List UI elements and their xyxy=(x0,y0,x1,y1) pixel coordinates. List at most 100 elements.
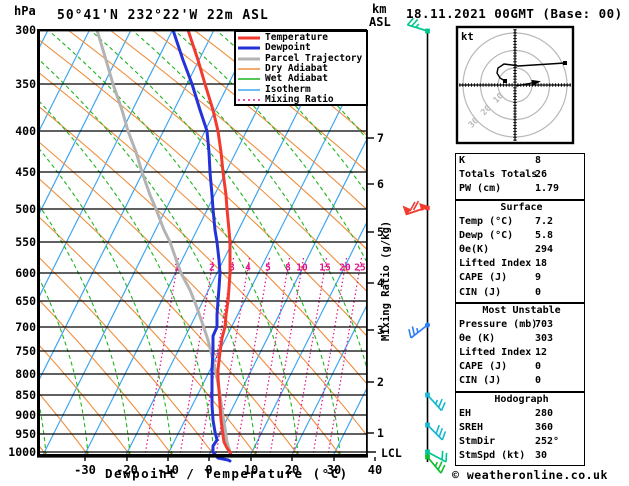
table-title: Most Unstable xyxy=(482,305,561,316)
row-value: 360 xyxy=(535,422,554,434)
legend-swatch xyxy=(238,36,260,40)
row-label: Pressure (mb) xyxy=(459,319,538,331)
pressure-tick-label: 1000 xyxy=(8,445,36,459)
row-value: 5.8 xyxy=(535,230,554,242)
row-value: 0 xyxy=(535,361,542,373)
station-title: 50°41'N 232°22'W 22m ASL xyxy=(57,8,269,23)
mixing-ratio-value-labels: 1 2 3 4 5 8 10 15 20 25 xyxy=(174,263,366,274)
row-value: 30 xyxy=(535,450,548,462)
row-label: θe (K) xyxy=(459,333,496,345)
row-label: EH xyxy=(459,408,472,420)
mixing-ratio-label: 2 xyxy=(209,263,215,274)
legend-swatch xyxy=(238,68,260,70)
row-value: 8 xyxy=(535,155,542,166)
row-label: Lifted Index xyxy=(459,347,532,359)
mixing-ratio-label: 8 xyxy=(285,263,291,274)
row-label: Totals Totals xyxy=(459,169,538,181)
row-label: Dewp (°C) xyxy=(459,230,514,242)
table-row: CAPE (J) 0 xyxy=(459,361,584,375)
table-row: Lifted Index 18 xyxy=(459,258,584,272)
mixing-ratio-label: 10 xyxy=(296,263,308,274)
row-value: 303 xyxy=(535,333,554,345)
table-row: Temp (°C) 7.2 xyxy=(459,216,584,230)
temperature-tick-label: 40 xyxy=(368,463,382,477)
km-tick-label: 6 xyxy=(377,177,384,191)
lcl-label: LCL xyxy=(381,446,402,460)
mixing-ratio-lines xyxy=(144,257,363,456)
mixing-ratio-axis-label: Mixing Ratio (g/kg) xyxy=(380,220,392,341)
row-value: 7.2 xyxy=(535,216,554,228)
row-label: CAPE (J) xyxy=(459,361,508,373)
pressure-tick-label: 850 xyxy=(15,388,36,402)
table-row: SREH 360 xyxy=(459,422,584,436)
table-hodograph: Hodograph EH 280 SREH 360 StmDir 252° StmSpd (k… xyxy=(455,392,585,466)
legend-label: Mixing Ratio xyxy=(265,93,334,105)
pressure-tick-label: 750 xyxy=(15,344,36,358)
row-value: 280 xyxy=(535,408,554,420)
table-title: Hodograph xyxy=(494,394,549,405)
storm-motion-arrow xyxy=(402,200,430,216)
table-row: PW (cm) 1.79 xyxy=(459,183,584,197)
pressure-tick-label: 400 xyxy=(15,124,36,138)
valid-time-title: 18.11.2021 00GMT (Base: 00) xyxy=(406,6,623,21)
legend-swatch xyxy=(238,99,260,101)
legend-swatch xyxy=(238,46,260,50)
legend-label: Wet Adiabat xyxy=(265,73,328,85)
hodograph: 102030kt xyxy=(455,25,575,145)
wind-barb-column xyxy=(402,17,448,474)
copyright-footer: © weatheronline.co.uk xyxy=(452,468,608,482)
row-value: 12 xyxy=(535,347,548,359)
table-row: θe (K) 303 xyxy=(459,333,584,347)
km-tick-label: 7 xyxy=(377,131,384,145)
row-value: 9 xyxy=(535,272,542,284)
hodograph-unit-label: kt xyxy=(461,31,474,43)
row-value: 18 xyxy=(535,258,548,270)
legend-item-wet-adiabat: Wet Adiabat xyxy=(238,74,366,84)
mixing-ratio-label: 15 xyxy=(319,263,331,274)
km-tick-label: 1 xyxy=(377,426,384,440)
row-value: 703 xyxy=(535,319,554,331)
row-label: θe(K) xyxy=(459,244,490,256)
pressure-tick-label: 800 xyxy=(15,367,36,381)
mixing-ratio-label: 5 xyxy=(265,263,271,274)
legend-label: Dewpoint xyxy=(265,42,311,54)
legend-swatch xyxy=(238,57,260,61)
altitude-unit-km: km xyxy=(372,2,387,16)
legend-swatch xyxy=(238,78,260,81)
pressure-tick-label: 900 xyxy=(15,408,36,422)
legend-box: Temperature Dewpoint Parcel Trajectory D… xyxy=(234,30,368,106)
mixing-ratio-label: 4 xyxy=(245,263,251,274)
row-label: CIN (J) xyxy=(459,375,502,387)
table-row: CIN (J) 0 xyxy=(459,375,584,389)
km-tick-label: 2 xyxy=(377,375,384,389)
mixing-ratio-label: 20 xyxy=(339,263,351,274)
table-row: θe(K) 294 xyxy=(459,244,584,258)
temperature-tick-label: -30 xyxy=(74,463,96,477)
row-value: 0 xyxy=(535,286,542,298)
mixing-ratio-label: 25 xyxy=(354,263,366,274)
table-most-unstable: Most Unstable Pressure (mb) 703 θe (K) 303 Li… xyxy=(455,303,585,392)
legend-item-mixing-ratio: Mixing Ratio xyxy=(238,93,366,105)
row-value: 1.79 xyxy=(535,183,560,195)
pressure-tick-label: 500 xyxy=(15,202,36,216)
table-indices: K 8 Totals Totals 26 PW (cm) 1.79 xyxy=(455,153,585,200)
pressure-tick-label: 300 xyxy=(15,23,36,37)
row-value: 26 xyxy=(535,169,548,181)
skewt-sounding-app: 1 2 3 4 5 8 10 15 20 25 300 350 400 450 500 550 600 650 70… xyxy=(0,0,629,486)
pressure-tick-label: 950 xyxy=(15,427,36,441)
table-title: Surface xyxy=(500,202,543,213)
pressure-tick-label: 450 xyxy=(15,165,36,179)
row-value: 294 xyxy=(535,244,554,256)
table-row: StmDir 252° xyxy=(459,436,584,450)
table-row: Pressure (mb) 703 xyxy=(459,319,584,333)
pressure-tick-label: 350 xyxy=(15,77,36,91)
pressure-tick-label: 600 xyxy=(15,266,36,280)
pressure-tick-label: 650 xyxy=(15,294,36,308)
row-label: StmSpd (kt) xyxy=(459,450,526,462)
table-surface: Surface Temp (°C) 7.2 Dewp (°C) 5.8 θe(K) 294 L… xyxy=(455,200,585,303)
row-label: SREH xyxy=(459,422,484,434)
table-row: CIN (J) 0 xyxy=(459,287,584,301)
row-label: K xyxy=(459,155,466,166)
row-value: 0 xyxy=(535,375,542,387)
pressure-tick-label: 550 xyxy=(15,235,36,249)
